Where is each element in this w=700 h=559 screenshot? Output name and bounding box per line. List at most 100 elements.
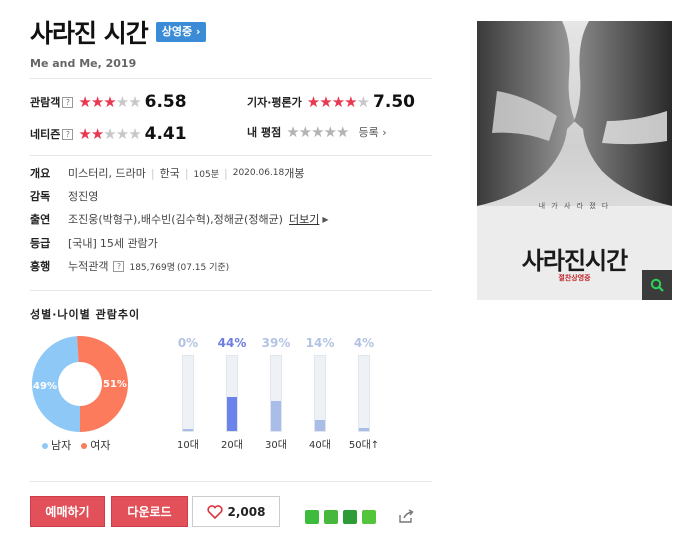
- chevron-right-icon: ▶: [322, 214, 329, 224]
- divider: [30, 78, 432, 79]
- box-office-label: 흥행: [30, 260, 51, 273]
- cast-row: 출연 조진웅 (박형구) , 배수빈 (김수혁) , 정해균 (정해균) 더보기…: [30, 211, 329, 227]
- age-bar-fill: [183, 429, 193, 431]
- critics-score: 7.50: [373, 92, 415, 112]
- release-suffix: 개봉: [284, 167, 305, 180]
- age-bar-label: 10대: [177, 440, 199, 451]
- band-share-icon[interactable]: [324, 510, 338, 524]
- age-bar: 44% 20대: [212, 336, 252, 451]
- audience-rating: 관람객 ? ★★★★★ 6.58: [30, 92, 187, 112]
- gender-legend: 남자 여자: [42, 437, 111, 453]
- movie-poster[interactable]: 내 가 사 라 졌 다 사라진시간 절찬상영중: [477, 21, 672, 300]
- star-icon[interactable]: ★: [286, 123, 299, 141]
- divider: [30, 481, 432, 482]
- star-icon: ★: [103, 93, 116, 111]
- genre-link[interactable]: 미스터리, 드라마: [68, 165, 146, 181]
- help-icon[interactable]: ?: [62, 96, 74, 108]
- gender-pie-chart: 49% 51%: [31, 336, 128, 432]
- age-bar: 14% 40대: [300, 336, 340, 451]
- country-link[interactable]: 한국: [160, 165, 180, 181]
- divider: [30, 155, 432, 156]
- like-button[interactable]: 2,008: [192, 496, 280, 527]
- age-bar-value: 14%: [305, 336, 335, 350]
- grade-label: 등급: [30, 237, 51, 250]
- star-icon: ★: [103, 125, 116, 143]
- demographics-title: 성별·나이별 관람추이: [30, 308, 141, 321]
- star-icon: ★: [115, 125, 129, 143]
- register-rating-link[interactable]: 등록 ›: [358, 124, 386, 140]
- grade-link[interactable]: 15세 관람가: [100, 235, 158, 251]
- actor-role: (김수혁): [171, 213, 211, 226]
- age-bar-label: 50대↑: [348, 440, 380, 451]
- netizen-stars: ★★★★★: [78, 125, 141, 143]
- share-icons: [305, 510, 381, 524]
- title-row: 사라진 시간 상영중 ›: [30, 14, 207, 50]
- audience-score: 6.58: [144, 92, 187, 112]
- poster-tagline: 내 가 사 라 졌 다: [538, 202, 611, 210]
- actor-link[interactable]: 배수빈: [141, 211, 171, 227]
- cast-more-link[interactable]: 더보기: [289, 211, 319, 227]
- age-bar: 0% 10대: [168, 336, 208, 451]
- release-date-link[interactable]: 2020.06.18: [233, 168, 285, 178]
- zoom-button[interactable]: [642, 270, 672, 300]
- star-icon: ★: [78, 93, 91, 111]
- star-icon: ★: [319, 93, 332, 111]
- help-icon[interactable]: ?: [62, 128, 74, 140]
- director-link[interactable]: 정진영: [68, 188, 98, 204]
- share-icon[interactable]: [398, 509, 414, 524]
- my-rating: 내 평점 ★★★★★ 등록 ›: [247, 124, 387, 140]
- age-bar: 4% 50대↑: [344, 336, 384, 451]
- age-bar-fill: [315, 420, 325, 431]
- star-icon: ★: [331, 93, 345, 111]
- like-count: 2,008: [227, 504, 266, 519]
- director-row: 감독 정진영: [30, 188, 98, 204]
- star-icon[interactable]: ★: [336, 123, 349, 141]
- heart-icon: [206, 504, 223, 519]
- star-icon[interactable]: ★: [311, 123, 324, 141]
- summary-label: 개요: [30, 167, 51, 180]
- summary-row: 개요 미스터리, 드라마 | 한국 | 105분 | 2020.06.18 개봉: [30, 165, 305, 181]
- actor-link[interactable]: 정해균: [214, 211, 244, 227]
- runtime: 105분: [193, 169, 219, 180]
- bookmark-share-icon[interactable]: [343, 510, 357, 524]
- movie-title: 사라진 시간: [30, 19, 149, 48]
- my-rating-label: 내 평점: [247, 126, 282, 139]
- critics-rating: 기자·평론가 ★★★★★ 7.50: [247, 92, 415, 112]
- star-icon: ★: [356, 93, 370, 111]
- blog-share-icon[interactable]: [305, 510, 319, 524]
- actor-role: (정해균): [244, 213, 283, 226]
- box-office-row: 흥행 누적관객 ? 185,769명 (07.15 기준): [30, 258, 229, 274]
- age-bar-fill: [359, 427, 369, 431]
- legend-female: 여자: [81, 437, 111, 453]
- star-icon: ★: [306, 93, 320, 111]
- star-icon[interactable]: ★: [324, 123, 337, 141]
- age-bar-label: 40대: [309, 440, 331, 451]
- age-bar-value: 39%: [261, 336, 291, 350]
- pie-label-1: 51%: [103, 379, 127, 390]
- netizen-score: 4.41: [144, 124, 187, 144]
- audience-stars: ★★★★★: [78, 93, 141, 111]
- star-icon: ★: [90, 93, 104, 111]
- age-bar-track: [226, 355, 238, 432]
- memo-share-icon[interactable]: [362, 510, 376, 524]
- male-dot: [42, 443, 48, 449]
- box-office-value: 185,769명: [129, 262, 175, 273]
- my-rating-stars[interactable]: ★★★★★: [286, 123, 349, 141]
- age-bar-fill: [271, 400, 281, 431]
- star-icon: ★: [90, 125, 104, 143]
- age-bar-label: 20대: [221, 440, 243, 451]
- download-button[interactable]: 다운로드: [111, 496, 188, 527]
- critics-label: 기자·평론가: [247, 96, 302, 109]
- star-icon[interactable]: ★: [299, 123, 312, 141]
- audience-label: 관람객: [30, 96, 61, 109]
- legend-male: 남자: [42, 437, 71, 453]
- director-label: 감독: [30, 190, 51, 203]
- divider: [30, 290, 432, 291]
- movie-subtitle: Me and Me, 2019: [30, 57, 137, 70]
- help-icon[interactable]: ?: [113, 260, 125, 272]
- actor-link[interactable]: 조진웅: [68, 211, 98, 227]
- actor-role: (박형구): [98, 213, 138, 226]
- book-button[interactable]: 예매하기: [30, 496, 105, 527]
- status-badge[interactable]: 상영중 ›: [155, 22, 207, 42]
- star-icon: ★: [344, 93, 357, 111]
